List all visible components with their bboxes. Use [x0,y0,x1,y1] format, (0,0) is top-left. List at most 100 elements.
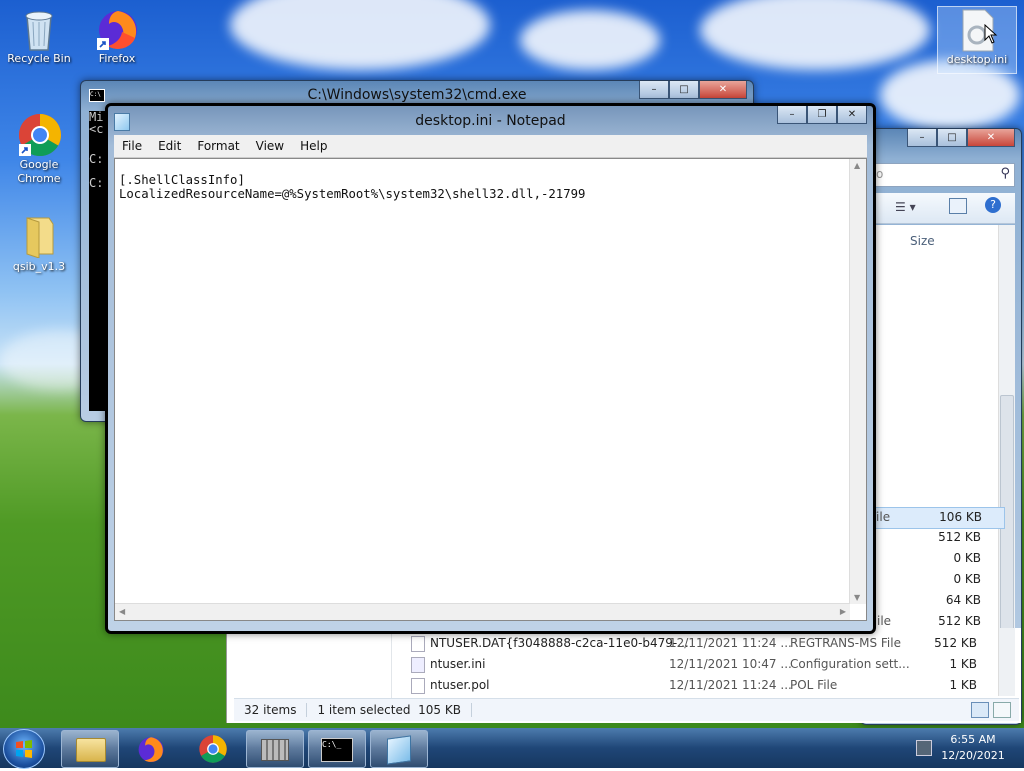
table-row[interactable]: 0 KB [869,570,1003,590]
help-icon[interactable]: ? [985,197,1001,213]
explorer-toolbar: ☰ ▾ ? [869,193,1015,224]
firefox-icon [138,737,164,763]
close-button[interactable]: ✕ [699,81,747,99]
start-button[interactable] [3,729,45,769]
scroll-up-icon[interactable]: ▲ [854,161,860,170]
menu-file[interactable]: File [114,139,150,153]
app-icon [261,739,289,761]
minimize-button[interactable]: – [777,106,807,124]
search-box[interactable]: o ⚲ [869,163,1015,187]
file-icon [411,678,425,694]
minimize-button[interactable]: – [639,81,669,99]
editor-text[interactable]: [.ShellClassInfo] LocalizedResourceName=@… [119,173,585,201]
folder-icon [17,214,61,259]
taskbar-chrome-button[interactable] [184,730,242,768]
maximize-button[interactable]: □ [669,81,699,99]
notepad-window[interactable]: desktop.ini - Notepad – ❐ ✕ File Edit Fo… [105,103,876,634]
table-row[interactable]: 0 KB [869,549,1003,569]
file-size: 512 KB [938,530,981,544]
network-icon[interactable] [916,740,932,756]
file-size: 512 KB [938,614,981,628]
file-size: 0 KB [953,551,981,565]
details-view-icon[interactable] [971,702,989,718]
view-options-icon[interactable]: ☰ ▾ [895,200,916,214]
windows-logo-icon [16,740,32,758]
table-row[interactable]: NTUSER.DAT{f3048888-c2ca-11e0-b479-... 1… [411,634,991,654]
preview-pane-icon[interactable] [949,198,967,214]
vertical-scrollbar[interactable]: ▲ ▼ [849,159,866,604]
search-input[interactable]: o [876,167,883,181]
menu-help[interactable]: Help [292,139,335,153]
clock-time: 6:55 AM [950,733,996,746]
file-icon [411,636,425,652]
menu-bar: File Edit Format View Help [114,135,867,158]
large-icons-view-icon[interactable] [993,702,1011,718]
desktop-icon-recycle-bin[interactable]: Recycle Bin [0,6,78,66]
notepad-window-controls: – ❐ ✕ [777,106,867,124]
file-size: 0 KB [953,572,981,586]
file-date: 12/11/2021 10:47 ... [669,657,792,671]
navigation-pane-divider [391,628,392,699]
text-editor[interactable]: [.ShellClassInfo] LocalizedResourceName=@… [114,158,867,621]
chrome-icon [199,735,227,763]
cloud [230,0,490,70]
scroll-down-icon[interactable]: ▼ [854,593,860,602]
notepad-icon [387,735,411,765]
taskbar: C:\_ 6:55 AM 12/20/2021 [0,728,1024,769]
file-date: 12/11/2021 11:24 ... [669,678,792,692]
desktop-icon-label: Firefox [98,52,136,65]
desktop-icon-qsib[interactable]: qsib_v1.3 [0,214,78,274]
table-row[interactable]: 512 KB [869,528,1003,548]
maximize-button[interactable]: □ [937,129,967,147]
desktop-icon-desktop-ini[interactable]: desktop.ini [937,6,1017,74]
menu-edit[interactable]: Edit [150,139,189,153]
taskbar-firefox-button[interactable] [122,730,180,768]
desktop-icon-google-chrome[interactable]: Google Chrome [0,112,78,186]
status-bar: 32 items 1 item selected 105 KB [234,698,1019,721]
table-row[interactable]: ntuser.ini 12/11/2021 10:47 ... Configur… [411,655,991,675]
mouse-cursor-icon [984,24,998,44]
shortcut-arrow-icon [19,144,31,156]
clock[interactable]: 6:55 AM 12/20/2021 [938,732,1008,764]
file-size: 512 KB [934,636,977,650]
shortcut-arrow-icon [97,38,109,50]
file-size: 64 KB [945,593,981,607]
file-date: 12/11/2021 11:24 ... [669,636,792,650]
vertical-scrollbar[interactable] [998,628,1015,696]
table-row[interactable]: File 106 KB [869,507,1005,529]
file-type: REGTRANS-MS File [790,636,901,650]
file-size: 106 KB [939,510,982,524]
scroll-left-icon[interactable]: ◀ [119,607,125,616]
minimize-button[interactable]: – [907,129,937,147]
desktop-icon-label: Google Chrome [17,158,61,185]
horizontal-scrollbar[interactable]: ◀ ▶ [115,603,850,620]
table-row[interactable]: 64 KB [869,591,1003,611]
file-type: ile [877,614,892,628]
column-header-size[interactable]: Size [910,234,935,248]
taskbar-cmd-button[interactable]: C:\_ [308,730,366,768]
cloud [520,10,660,70]
chrome-icon [17,112,62,157]
scroll-right-icon[interactable]: ▶ [840,607,846,616]
desktop-icon-label: qsib_v1.3 [12,260,66,273]
search-icon[interactable]: ⚲ [1000,166,1010,181]
desktop-icon-label: Recycle Bin [7,52,71,65]
restore-button[interactable]: ❐ [807,106,837,124]
editor-line: [.ShellClassInfo] [119,173,245,187]
taskbar-explorer-button[interactable] [61,730,119,768]
taskbar-notepad-button[interactable] [370,730,428,768]
menu-view[interactable]: View [248,139,292,153]
status-selection: 1 item selected 105 KB [307,703,472,717]
file-name: NTUSER.DAT{f3048888-c2ca-11e0-b479-... [430,636,689,650]
close-button[interactable]: ✕ [837,106,867,124]
status-item-count: 32 items [234,703,308,717]
close-button[interactable]: ✕ [967,129,1015,147]
menu-format[interactable]: Format [189,139,247,153]
clock-date: 12/20/2021 [941,749,1005,762]
taskbar-app-button[interactable] [246,730,304,768]
file-type: Configuration sett... [790,657,910,671]
table-row[interactable]: ntuser.pol 12/11/2021 11:24 ... POL File… [411,676,991,696]
firefox-icon [95,6,139,50]
file-list: Size File 106 KB 512 KB 0 KB 0 KB 64 KB … [869,225,1015,697]
desktop-icon-firefox[interactable]: Firefox [78,6,156,66]
